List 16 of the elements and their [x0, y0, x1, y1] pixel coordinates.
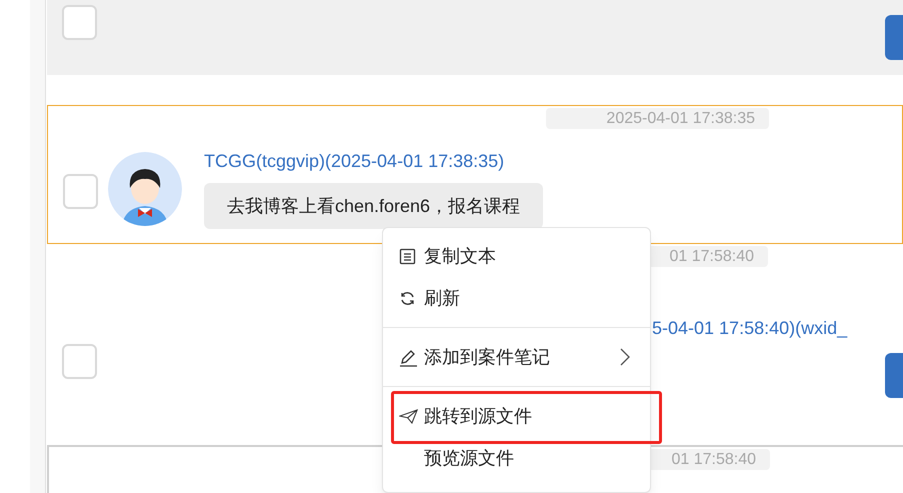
menu-item[interactable]: 跳转到源文件: [383, 395, 650, 437]
menu-item[interactable]: 添加到案件笔记: [383, 336, 650, 378]
chevron-right-icon: [620, 348, 630, 366]
pencil-icon: [399, 348, 418, 366]
timestamp: 2025-04-01 17:38:35: [546, 108, 769, 129]
paper-plane-icon: [399, 408, 418, 424]
avatar-icon: [108, 152, 182, 226]
refresh-icon: [399, 290, 416, 306]
sender-name: 5-04-01 17:58:40)(wxid_: [652, 317, 848, 339]
checkbox[interactable]: [62, 344, 97, 379]
sender-name: TCGG(tcggvip)(2025-04-01 17:38:35): [204, 150, 504, 172]
checkbox[interactable]: [62, 5, 97, 40]
checkbox[interactable]: [63, 174, 98, 209]
menu-item[interactable]: 刷新: [383, 277, 650, 319]
document-icon: [399, 248, 416, 264]
message-bubble: 去我博客上看chen.foren6，报名课程: [204, 183, 544, 229]
